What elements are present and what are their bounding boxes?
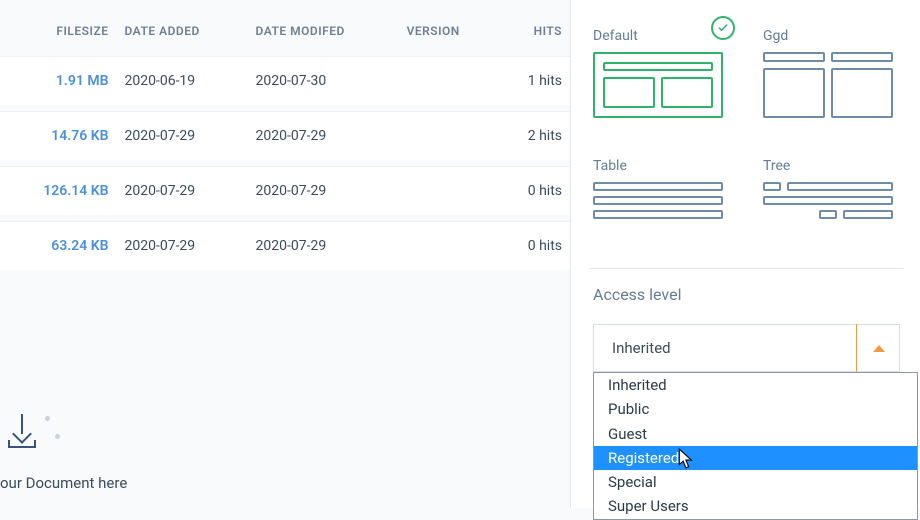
check-icon bbox=[711, 16, 735, 40]
cell-version bbox=[399, 166, 498, 215]
access-level-label: Access level bbox=[593, 285, 900, 304]
table-row[interactable]: 14.76 KB 2020-07-29 2020-07-29 2 hits bbox=[0, 111, 570, 160]
theme-option-tree[interactable] bbox=[763, 182, 893, 238]
cell-hits: 0 hits bbox=[498, 221, 570, 270]
access-level-select[interactable]: Inherited Inherited Public Guest Registe… bbox=[593, 324, 900, 372]
cell-filesize: 126.14 KB bbox=[0, 166, 116, 215]
access-level-dropdown: Inherited Public Guest Registered Specia… bbox=[593, 372, 918, 520]
cell-hits: 1 hits bbox=[498, 56, 570, 105]
cell-hits: 0 hits bbox=[498, 166, 570, 215]
cell-date-added: 2020-07-29 bbox=[116, 221, 247, 270]
decorative-dot bbox=[45, 416, 50, 421]
cell-filesize: 63.24 KB bbox=[0, 221, 116, 270]
table-row[interactable]: 126.14 KB 2020-07-29 2020-07-29 0 hits bbox=[0, 166, 570, 215]
divider bbox=[589, 268, 904, 269]
cell-date-added: 2020-06-19 bbox=[116, 56, 247, 105]
col-filesize[interactable]: FILESIZE bbox=[0, 14, 116, 56]
cell-date-modified: 2020-07-29 bbox=[248, 166, 399, 215]
cell-hits: 2 hits bbox=[498, 111, 570, 160]
col-date-modified[interactable]: DATE MODIFED bbox=[248, 14, 399, 56]
access-option-inherited[interactable]: Inherited bbox=[594, 373, 917, 397]
theme-option-table[interactable] bbox=[593, 182, 723, 238]
access-level-value: Inherited bbox=[612, 339, 671, 357]
col-hits[interactable]: HITS bbox=[498, 14, 570, 56]
cell-date-modified: 2020-07-30 bbox=[248, 56, 399, 105]
access-option-public[interactable]: Public bbox=[594, 397, 917, 421]
cell-version bbox=[399, 221, 498, 270]
access-option-registered[interactable]: Registered bbox=[594, 446, 917, 470]
col-date-added[interactable]: DATE ADDED bbox=[116, 14, 247, 56]
cell-date-modified: 2020-07-29 bbox=[248, 221, 399, 270]
cell-filesize: 1.91 MB bbox=[0, 56, 116, 105]
upload-dropzone[interactable]: our Document here bbox=[0, 394, 546, 498]
theme-selector: Default Ggd Table bbox=[593, 0, 900, 238]
upload-hint: our Document here bbox=[0, 474, 546, 492]
theme-option-ggd[interactable] bbox=[763, 52, 893, 118]
theme-option-default[interactable] bbox=[593, 52, 723, 118]
cell-date-added: 2020-07-29 bbox=[116, 111, 247, 160]
documents-table: FILESIZE DATE ADDED DATE MODIFED VERSION… bbox=[0, 14, 570, 270]
select-arrow-icon[interactable] bbox=[856, 324, 900, 372]
cell-date-added: 2020-07-29 bbox=[116, 166, 247, 215]
cell-date-modified: 2020-07-29 bbox=[248, 111, 399, 160]
theme-label-tree: Tree bbox=[763, 158, 893, 174]
theme-label-ggd: Ggd bbox=[763, 28, 893, 44]
access-option-super-users[interactable]: Super Users bbox=[594, 494, 917, 518]
decorative-dot bbox=[55, 434, 60, 439]
cell-version bbox=[399, 56, 498, 105]
access-option-guest[interactable]: Guest bbox=[594, 422, 917, 446]
theme-label-default: Default bbox=[593, 28, 723, 44]
table-row[interactable]: 1.91 MB 2020-06-19 2020-07-30 1 hits bbox=[0, 56, 570, 105]
col-version[interactable]: VERSION bbox=[399, 14, 498, 56]
cell-version bbox=[399, 111, 498, 160]
theme-label-table: Table bbox=[593, 158, 723, 174]
cell-filesize: 14.76 KB bbox=[0, 111, 116, 160]
access-option-special[interactable]: Special bbox=[594, 470, 917, 494]
download-icon bbox=[8, 414, 36, 448]
table-row[interactable]: 63.24 KB 2020-07-29 2020-07-29 0 hits bbox=[0, 221, 570, 270]
